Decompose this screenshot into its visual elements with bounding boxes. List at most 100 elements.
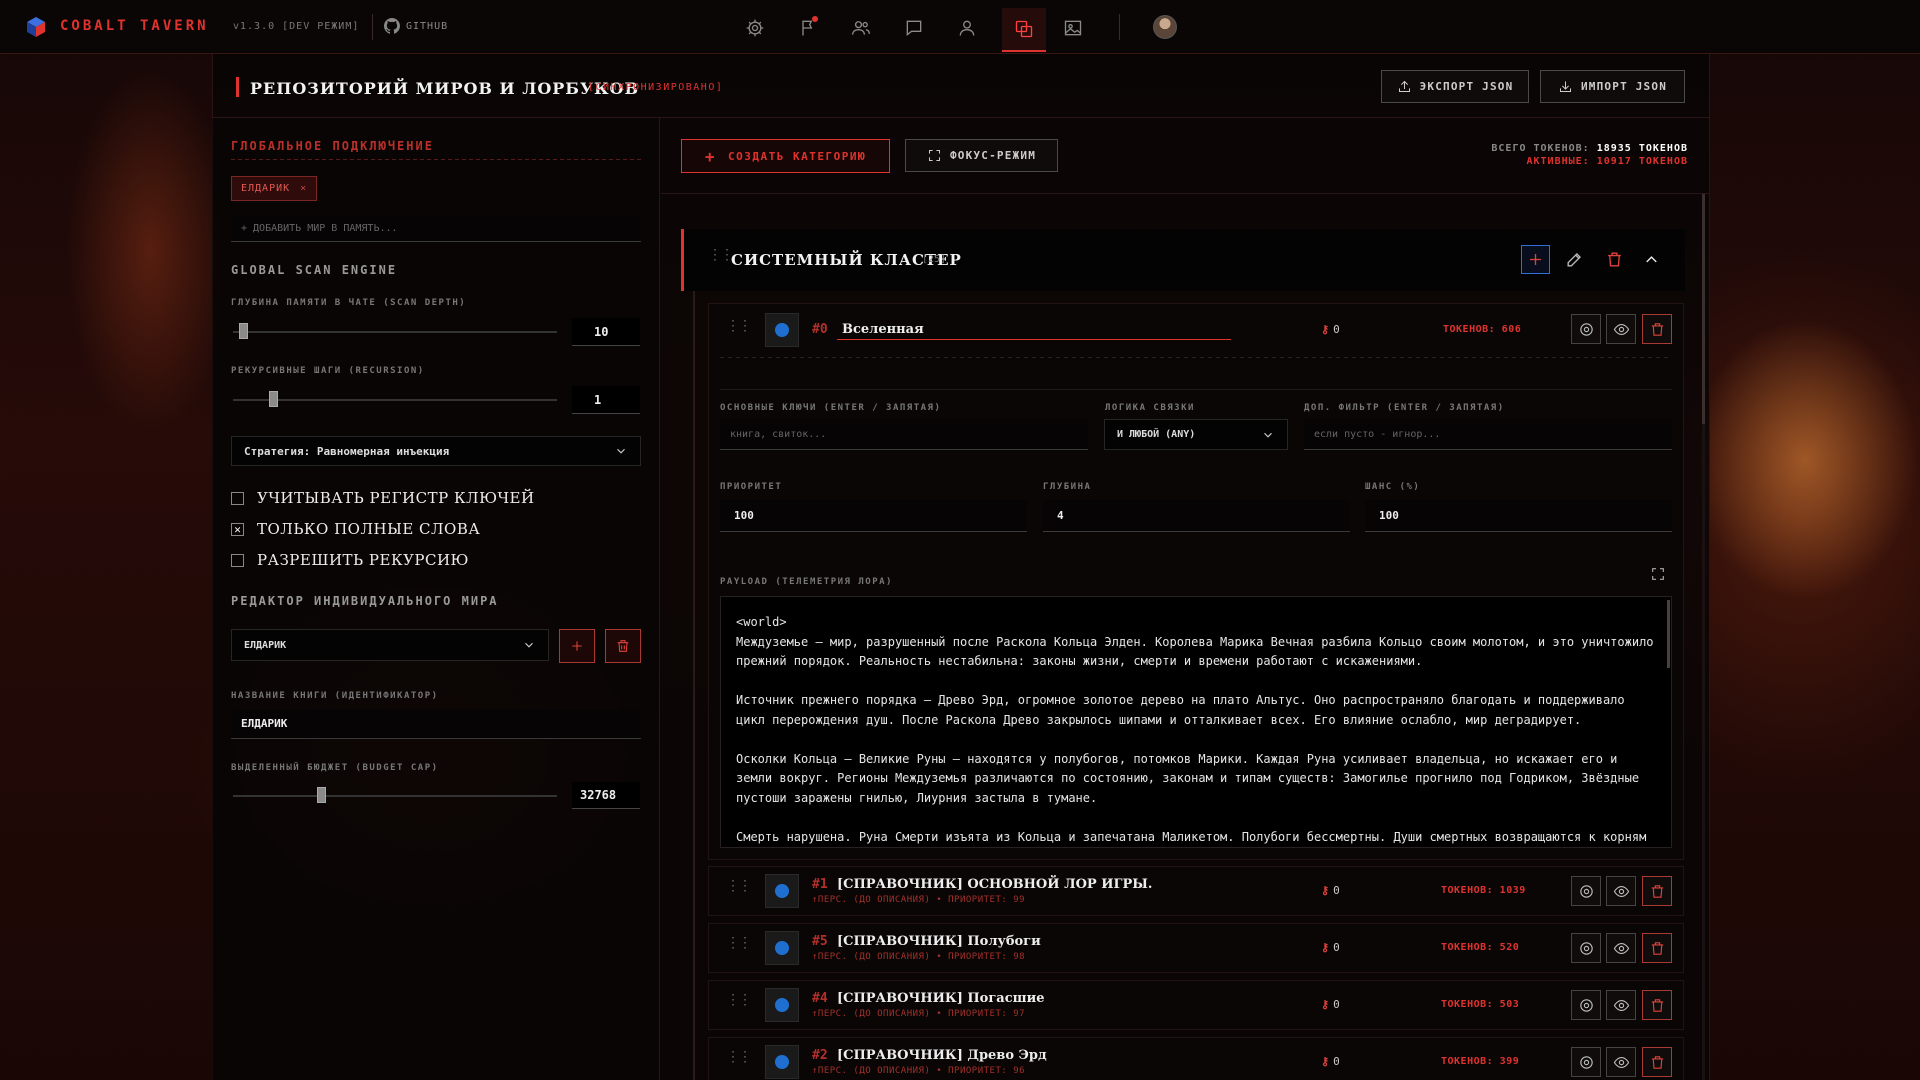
add-entry-button[interactable] <box>1521 245 1550 274</box>
drag-handle-icon[interactable]: ⋮⋮ <box>726 1050 752 1064</box>
entry-settings-button[interactable] <box>1571 990 1601 1020</box>
entry-delete-button[interactable] <box>1642 876 1672 906</box>
world-chip[interactable]: ЕЛДАРИК × <box>231 176 318 201</box>
entry-subtitle: ↑ПЕРС. (ДО ОПИСАНИЯ) • ПРИОРИТЕТ: 99 <box>812 895 1026 905</box>
budget-value[interactable]: 32768 <box>572 782 640 809</box>
gear-icon <box>1579 998 1593 1012</box>
person-nav[interactable] <box>949 12 985 44</box>
edit-cluster-button[interactable] <box>1560 245 1589 274</box>
chip-label: ЕЛДАРИК <box>241 183 291 194</box>
filter-label: ДОП. ФИЛЬТР (ENTER / ЗАПЯТАЯ) <box>1304 403 1505 413</box>
users-nav[interactable] <box>843 12 879 44</box>
entry-tokens: ТОКЕНОВ: 606 <box>1443 324 1522 335</box>
checkbox-checked[interactable]: ✕ <box>231 522 244 536</box>
entry-delete-button[interactable] <box>1642 933 1672 963</box>
entry-settings-button[interactable] <box>1571 876 1601 906</box>
keys-value: 0 <box>1333 1055 1340 1068</box>
expand-payload-button[interactable] <box>1648 564 1668 584</box>
entry-visibility-button[interactable] <box>1606 314 1636 344</box>
strategy-select[interactable]: Стратегия: Равномерная инъекция <box>231 436 641 466</box>
recursion-value[interactable]: 1 <box>572 386 640 414</box>
entry-toggle[interactable] <box>765 931 799 965</box>
export-json-button[interactable]: ЭКСПОРТ JSON <box>1381 70 1529 103</box>
entry-subtitle: ↑ПЕРС. (ДО ОПИСАНИЯ) • ПРИОРИТЕТ: 97 <box>812 1009 1026 1019</box>
add-world-button[interactable] <box>559 629 595 663</box>
entry-toggle[interactable] <box>765 988 799 1022</box>
status-dot <box>775 884 789 898</box>
budget-thumb[interactable] <box>317 787 327 803</box>
flag-nav[interactable] <box>790 12 826 44</box>
entry-visibility-button[interactable] <box>1606 1047 1636 1077</box>
entry-settings-button[interactable] <box>1571 933 1601 963</box>
import-label: ИМПОРТ JSON <box>1580 80 1668 93</box>
drag-handle-icon[interactable]: ⋮⋮ <box>708 248 734 262</box>
gallery-nav[interactable] <box>1055 12 1091 44</box>
entry-visibility-button[interactable] <box>1606 933 1636 963</box>
github-link[interactable]: GITHUB <box>384 18 448 34</box>
whole-words-checkbox[interactable]: ✕ ТОЛЬКО ПОЛНЫЕ СЛОВА <box>231 520 480 538</box>
recursion-thumb[interactable] <box>268 391 278 407</box>
book-name-label: НАЗВАНИЕ КНИГИ (ИДЕНТИФИКАТОР) <box>231 691 439 701</box>
add-world-input[interactable]: + ДОБАВИТЬ МИР В ПАМЯТЬ... <box>231 216 641 242</box>
allow-recursion-checkbox[interactable]: РАЗРЕШИТЬ РЕКУРСИЮ <box>231 551 469 569</box>
focus-mode-button[interactable]: ФОКУС-РЕЖИМ <box>905 139 1058 172</box>
chevron-down-icon <box>617 448 625 454</box>
payload-textarea[interactable]: <world> Междуземье – мир, разрушенный по… <box>720 596 1672 848</box>
settings-nav[interactable] <box>737 12 773 44</box>
avatar[interactable] <box>1153 15 1177 39</box>
scan-depth-slider[interactable] <box>233 331 557 333</box>
delete-cluster-button[interactable] <box>1600 245 1629 274</box>
eye-icon <box>1613 885 1629 897</box>
entry-settings-button[interactable] <box>1571 1047 1601 1077</box>
entry-name[interactable]: Вселенная <box>842 322 924 337</box>
entry-toggle[interactable] <box>765 313 799 347</box>
entry-keys-count: ⚷ 0 <box>1321 941 1340 954</box>
priority-input[interactable]: 100 <box>720 500 1027 532</box>
entry-visibility-button[interactable] <box>1606 990 1636 1020</box>
entry-tokens: ТОКЕНОВ: 520 <box>1441 942 1520 953</box>
keys-input[interactable]: книга, свиток... <box>720 419 1088 450</box>
chance-input[interactable]: 100 <box>1365 500 1672 532</box>
entry-settings-button[interactable] <box>1571 314 1601 344</box>
chevron-down-icon <box>525 642 533 648</box>
delete-world-button[interactable] <box>605 629 641 663</box>
depth-input[interactable]: 4 <box>1043 500 1350 532</box>
drag-handle-icon[interactable]: ⋮⋮ <box>726 936 752 950</box>
recursion-slider[interactable] <box>233 399 557 401</box>
budget-slider[interactable] <box>233 795 557 797</box>
entry-delete-button[interactable] <box>1642 314 1672 344</box>
scan-depth-thumb[interactable] <box>239 323 249 339</box>
budget-label: ВЫДЕЛЕННЫЙ БЮДЖЕТ (BUDGET CAP) <box>231 763 439 773</box>
close-icon[interactable]: × <box>300 183 307 194</box>
logic-select[interactable]: И ЛЮБОЙ (ANY) <box>1104 419 1288 450</box>
world-select[interactable]: ЕЛДАРИК <box>231 629 549 661</box>
key-icon: ⚷ <box>1321 884 1330 897</box>
scan-depth-value[interactable]: 10 <box>572 318 640 346</box>
drag-handle-icon[interactable]: ⋮⋮ <box>726 879 752 893</box>
checkbox[interactable] <box>231 491 244 505</box>
entry-toggle[interactable] <box>765 1045 799 1079</box>
filter-input[interactable]: если пусто - игнор... <box>1304 419 1672 450</box>
entry-delete-button[interactable] <box>1642 1047 1672 1077</box>
chat-nav[interactable] <box>896 12 932 44</box>
payload-scrollbar[interactable] <box>1667 600 1670 668</box>
scrollbar-thumb[interactable] <box>1702 194 1705 424</box>
import-json-button[interactable]: ИМПОРТ JSON <box>1540 70 1685 103</box>
plus-icon: + <box>704 146 717 166</box>
worlds-nav[interactable] <box>1002 8 1046 52</box>
entry-keys-count: ⚷ 0 <box>1321 998 1340 1011</box>
collapse-button[interactable] <box>1637 245 1666 274</box>
eye-icon <box>1613 942 1629 954</box>
entry-delete-button[interactable] <box>1642 990 1672 1020</box>
trash-icon <box>1651 998 1663 1012</box>
entry-toggle[interactable] <box>765 874 799 908</box>
keys-label: ОСНОВНЫЕ КЛЮЧИ (ENTER / ЗАПЯТАЯ) <box>720 403 942 413</box>
drag-handle-icon[interactable]: ⋮⋮ <box>726 319 752 333</box>
trash-icon <box>1651 1055 1663 1069</box>
entry-visibility-button[interactable] <box>1606 876 1636 906</box>
checkbox[interactable] <box>231 553 244 567</box>
drag-handle-icon[interactable]: ⋮⋮ <box>726 993 752 1007</box>
create-category-button[interactable]: + СОЗДАТЬ КАТЕГОРИЮ <box>681 139 890 173</box>
case-sensitive-checkbox[interactable]: УЧИТЫВАТЬ РЕГИСТР КЛЮЧЕЙ <box>231 489 535 507</box>
book-name-input[interactable]: ЕЛДАРИК <box>231 709 641 739</box>
